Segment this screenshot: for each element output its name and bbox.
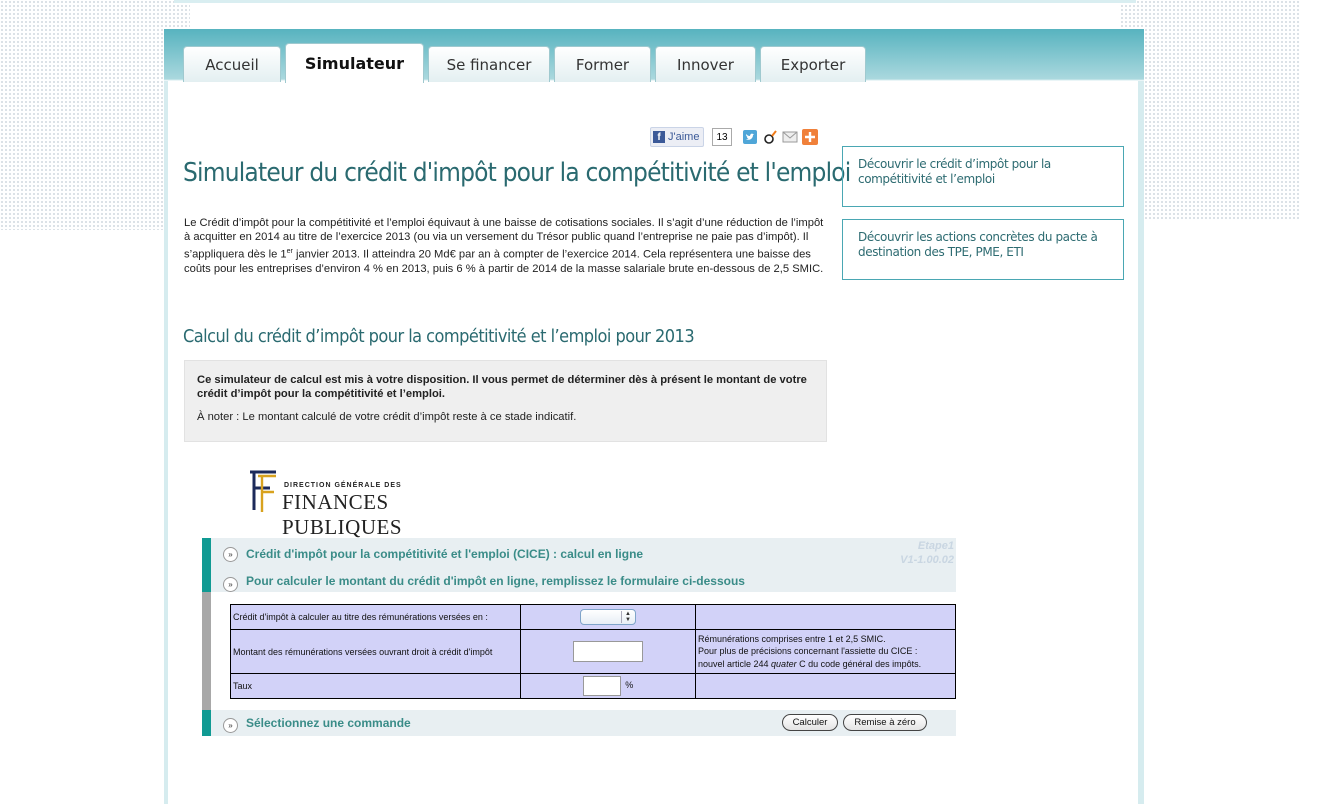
widget-heading: Crédit d'impôt pour la compétitivité et … bbox=[246, 547, 644, 561]
chevron-right-icon: » bbox=[223, 577, 238, 592]
top-strip bbox=[174, 0, 1136, 3]
background-dots-left bbox=[0, 0, 190, 230]
table-row: Montant des rémunérations versées ouvran… bbox=[230, 629, 956, 674]
amount-input-cell bbox=[520, 629, 696, 674]
facebook-icon: f bbox=[653, 131, 665, 143]
info-box-note: À noter : Le montant calculé de votre cr… bbox=[197, 411, 577, 423]
logo-line1: DIRECTION GÉNÉRALE DES bbox=[284, 482, 402, 489]
row-label-year: Crédit d'impôt à calculer au titre des r… bbox=[230, 604, 521, 630]
table-row: Crédit d'impôt à calculer au titre des r… bbox=[230, 604, 956, 630]
intro-paragraph: Le Crédit d’impôt pour la compétitivité … bbox=[184, 216, 830, 276]
viadeo-icon[interactable] bbox=[762, 129, 778, 145]
help-line-3a: nouvel article 244 bbox=[698, 658, 772, 669]
chevron-right-icon: » bbox=[223, 547, 238, 562]
sidebar-link-cice[interactable]: Découvrir le crédit d’impôt pour la comp… bbox=[842, 146, 1124, 207]
widget-header: » Crédit d'impôt pour la compétitivité e… bbox=[211, 538, 956, 592]
like-count: 13 bbox=[712, 128, 732, 146]
help-line-1: Rémunérations comprises entre 1 et 2,5 S… bbox=[698, 633, 886, 644]
rate-input[interactable] bbox=[582, 676, 621, 696]
dgfip-logo: DIRECTION GÉNÉRALE DES FINANCES PUBLIQUE… bbox=[244, 468, 494, 539]
row-help-year bbox=[695, 604, 956, 630]
table-row: Taux % bbox=[230, 673, 956, 699]
cice-form-table: Crédit d'impôt à calculer au titre des r… bbox=[230, 604, 956, 699]
facebook-like-button[interactable]: f J'aime bbox=[650, 127, 705, 147]
widget-accent-bar bbox=[202, 538, 211, 592]
reset-button[interactable]: Remise à zéro bbox=[843, 714, 927, 731]
cice-calculator: » Crédit d'impôt pour la compétitivité e… bbox=[202, 538, 956, 736]
info-box: Ce simulateur de calcul est mis à votre … bbox=[184, 360, 827, 442]
select-arrows-icon: ▲ ▼ bbox=[621, 611, 634, 623]
tab-simulateur[interactable]: Simulateur bbox=[285, 43, 424, 83]
step-label: Etape1 bbox=[917, 540, 954, 552]
tab-se-financer[interactable]: Se financer bbox=[428, 46, 550, 82]
like-label: J'aime bbox=[668, 131, 700, 143]
info-box-main: Ce simulateur de calcul est mis à votre … bbox=[197, 374, 807, 400]
tab-innover[interactable]: Innover bbox=[655, 46, 756, 82]
widget-accent-bar-bottom bbox=[202, 710, 211, 736]
help-line-3c: C du code général des impôts. bbox=[796, 658, 922, 669]
calculate-button[interactable]: Calculer bbox=[782, 714, 838, 731]
row-label-amount: Montant des rémunérations versées ouvran… bbox=[230, 629, 521, 674]
logo-line2: FINANCES PUBLIQUES bbox=[282, 490, 403, 539]
tab-exporter[interactable]: Exporter bbox=[760, 46, 866, 82]
dgfip-emblem-icon bbox=[250, 470, 276, 512]
help-line-3: nouvel article 244 quater C du code géné… bbox=[698, 658, 953, 671]
rate-unit: % bbox=[625, 680, 634, 691]
widget-instruction: Pour calculer le montant du crédit d'imp… bbox=[246, 574, 745, 588]
chevron-right-icon: » bbox=[223, 718, 238, 733]
help-line-2: Pour plus de précisions concernant l'ass… bbox=[698, 646, 918, 657]
year-select-cell: ▲ ▼ bbox=[520, 604, 696, 630]
row-help-amount: Rémunérations comprises entre 1 et 2,5 S… bbox=[695, 629, 956, 674]
tab-accueil[interactable]: Accueil bbox=[183, 46, 281, 82]
section-subtitle: Calcul du crédit d’impôt pour la compéti… bbox=[183, 326, 695, 347]
tab-former[interactable]: Former bbox=[554, 46, 651, 82]
social-share-bar: f J'aime 13 bbox=[650, 127, 818, 147]
twitter-icon[interactable] bbox=[742, 129, 758, 145]
row-help-rate bbox=[695, 673, 956, 699]
page-title: Simulateur du crédit d'impôt pour la com… bbox=[183, 158, 851, 188]
sidebar-link-pacte[interactable]: Découvrir les actions concrètes du pacte… bbox=[842, 219, 1124, 280]
email-icon[interactable] bbox=[782, 129, 798, 145]
widget-command-bar: » Sélectionnez une commande Calculer Rem… bbox=[211, 710, 956, 736]
version-label: V1-1.00.02 bbox=[900, 554, 954, 566]
help-line-3b: quater bbox=[771, 658, 797, 669]
amount-input[interactable] bbox=[573, 641, 643, 662]
background-dots-right bbox=[1120, 0, 1300, 220]
widget-step-info: Etape1 V1-1.00.02 bbox=[900, 539, 954, 567]
rate-input-cell: % bbox=[520, 673, 696, 699]
command-label: Sélectionnez une commande bbox=[246, 716, 411, 730]
widget-side-bar bbox=[202, 592, 211, 710]
year-select[interactable]: ▲ ▼ bbox=[580, 609, 636, 625]
row-label-rate: Taux bbox=[230, 673, 521, 699]
share-plus-icon[interactable] bbox=[801, 129, 818, 145]
